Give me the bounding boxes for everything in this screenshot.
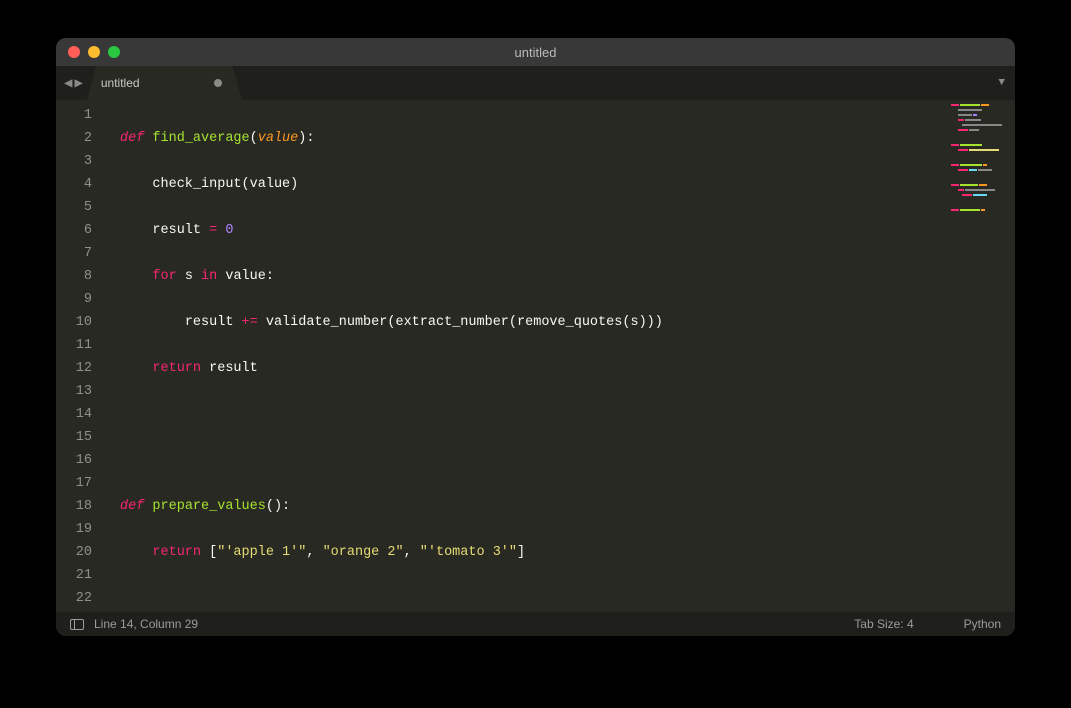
dirty-indicator-icon — [214, 79, 222, 87]
code-area[interactable]: def find_average(value): check_input(val… — [106, 100, 945, 612]
editor-window: untitled ◀ ▶ untitled ▼ 1 2 3 4 5 6 7 8 … — [56, 38, 1015, 636]
line-number: 18 — [56, 495, 106, 518]
minimap[interactable] — [945, 100, 1015, 612]
line-number: 13 — [56, 380, 106, 403]
code-line[interactable] — [106, 587, 945, 610]
line-number: 19 — [56, 518, 106, 541]
line-number: 6 — [56, 219, 106, 242]
code-line[interactable] — [106, 403, 945, 426]
line-number: 2 — [56, 127, 106, 150]
nav-arrows: ◀ ▶ — [56, 75, 91, 92]
close-icon[interactable] — [68, 46, 80, 58]
zoom-icon[interactable] — [108, 46, 120, 58]
syntax-language[interactable]: Python — [964, 617, 1001, 631]
code-line[interactable]: return result — [106, 357, 945, 380]
titlebar: untitled — [56, 38, 1015, 66]
line-number: 20 — [56, 541, 106, 564]
traffic-lights — [68, 46, 120, 58]
line-number: 14 — [56, 403, 106, 426]
code-line[interactable]: result = 0 — [106, 219, 945, 242]
line-number: 10 — [56, 311, 106, 334]
line-number: 16 — [56, 449, 106, 472]
tab-bar: ◀ ▶ untitled ▼ — [56, 66, 1015, 100]
line-number: 5 — [56, 196, 106, 219]
line-number: 9 — [56, 288, 106, 311]
window-title: untitled — [56, 45, 1015, 60]
gutter: 1 2 3 4 5 6 7 8 9 10 11 12 13 14 15 16 1… — [56, 100, 106, 612]
tab-label: untitled — [101, 76, 140, 90]
line-number: 3 — [56, 150, 106, 173]
nav-forward-icon[interactable]: ▶ — [74, 75, 82, 92]
status-bar: Line 14, Column 29 Tab Size: 4 Python — [56, 612, 1015, 636]
code-line[interactable]: for s in value: — [106, 265, 945, 288]
line-number: 22 — [56, 587, 106, 610]
nav-back-icon[interactable]: ◀ — [64, 75, 72, 92]
code-line[interactable]: def prepare_values(): — [106, 495, 945, 518]
code-line[interactable]: result += validate_number(extract_number… — [106, 311, 945, 334]
tab-untitled[interactable]: untitled — [87, 66, 242, 100]
line-number: 4 — [56, 173, 106, 196]
panel-icon[interactable] — [70, 619, 84, 630]
line-number: 12 — [56, 357, 106, 380]
code-line[interactable]: check_input(value) — [106, 173, 945, 196]
line-number: 11 — [56, 334, 106, 357]
code-line[interactable] — [106, 449, 945, 472]
line-number: 1 — [56, 104, 106, 127]
minimize-icon[interactable] — [88, 46, 100, 58]
line-number: 17 — [56, 472, 106, 495]
cursor-position[interactable]: Line 14, Column 29 — [94, 617, 198, 631]
line-number: 7 — [56, 242, 106, 265]
line-number: 8 — [56, 265, 106, 288]
editor[interactable]: 1 2 3 4 5 6 7 8 9 10 11 12 13 14 15 16 1… — [56, 100, 1015, 612]
tab-size[interactable]: Tab Size: 4 — [854, 617, 913, 631]
chevron-down-icon[interactable]: ▼ — [998, 77, 1005, 89]
line-number: 21 — [56, 564, 106, 587]
code-line[interactable]: return ["'apple 1'", "orange 2", "'tomat… — [106, 541, 945, 564]
code-line[interactable]: def find_average(value): — [106, 127, 945, 150]
line-number: 15 — [56, 426, 106, 449]
